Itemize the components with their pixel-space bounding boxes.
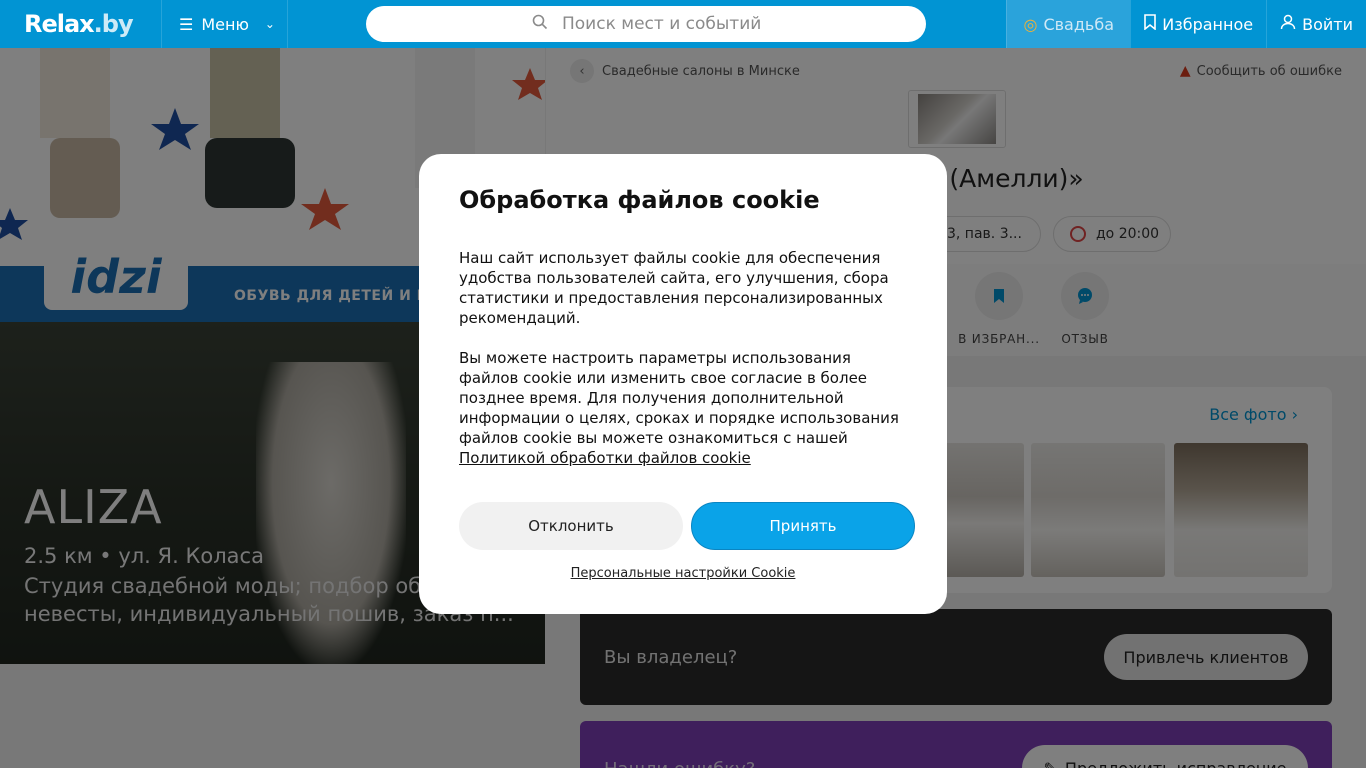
menu-label: Меню bbox=[201, 14, 249, 34]
search-input[interactable]: Поиск мест и событий bbox=[366, 6, 926, 42]
accept-button[interactable]: Принять bbox=[691, 502, 915, 550]
cookie-paragraph-2: Вы можете настроить параметры использова… bbox=[459, 348, 907, 468]
top-header: Relax .by ☰ Меню ⌄ Поиск мест и событий ◎… bbox=[0, 0, 1366, 48]
wedding-link[interactable]: ◎ Свадьба bbox=[1006, 0, 1131, 48]
cookie-buttons: Отклонить Принять bbox=[459, 502, 915, 550]
search-icon bbox=[532, 14, 548, 35]
chevron-down-icon: ⌄ bbox=[264, 17, 275, 31]
cookie-paragraph-1: Наш сайт использует файлы cookie для обе… bbox=[459, 249, 889, 327]
cookie-settings-link[interactable]: Персональные настройки Cookie bbox=[419, 566, 947, 581]
menu-button[interactable]: ☰ Меню ⌄ bbox=[162, 0, 288, 48]
site-logo[interactable]: Relax .by bbox=[0, 0, 162, 48]
favorites-link[interactable]: Избранное bbox=[1130, 0, 1266, 48]
wedding-label: Свадьба bbox=[1043, 14, 1115, 34]
logo-main: Relax bbox=[24, 10, 95, 38]
search-placeholder: Поиск мест и событий bbox=[562, 14, 762, 34]
login-link[interactable]: Войти bbox=[1266, 0, 1366, 48]
decline-button[interactable]: Отклонить bbox=[459, 502, 683, 550]
logo-suffix: .by bbox=[93, 10, 134, 38]
cookie-modal-title: Обработка файлов cookie bbox=[459, 186, 820, 214]
cookie-policy-link[interactable]: Политикой обработки файлов cookie bbox=[459, 449, 751, 467]
rings-icon: ◎ bbox=[1023, 14, 1038, 34]
hamburger-icon: ☰ bbox=[179, 14, 194, 34]
login-label: Войти bbox=[1302, 14, 1353, 34]
bookmark-icon bbox=[1144, 14, 1157, 34]
user-icon bbox=[1280, 14, 1296, 34]
favorites-label: Избранное bbox=[1162, 14, 1254, 34]
cookie-paragraph-2-text: Вы можете настроить параметры использова… bbox=[459, 349, 899, 447]
cookie-modal: Обработка файлов cookie Наш сайт использ… bbox=[419, 154, 947, 614]
